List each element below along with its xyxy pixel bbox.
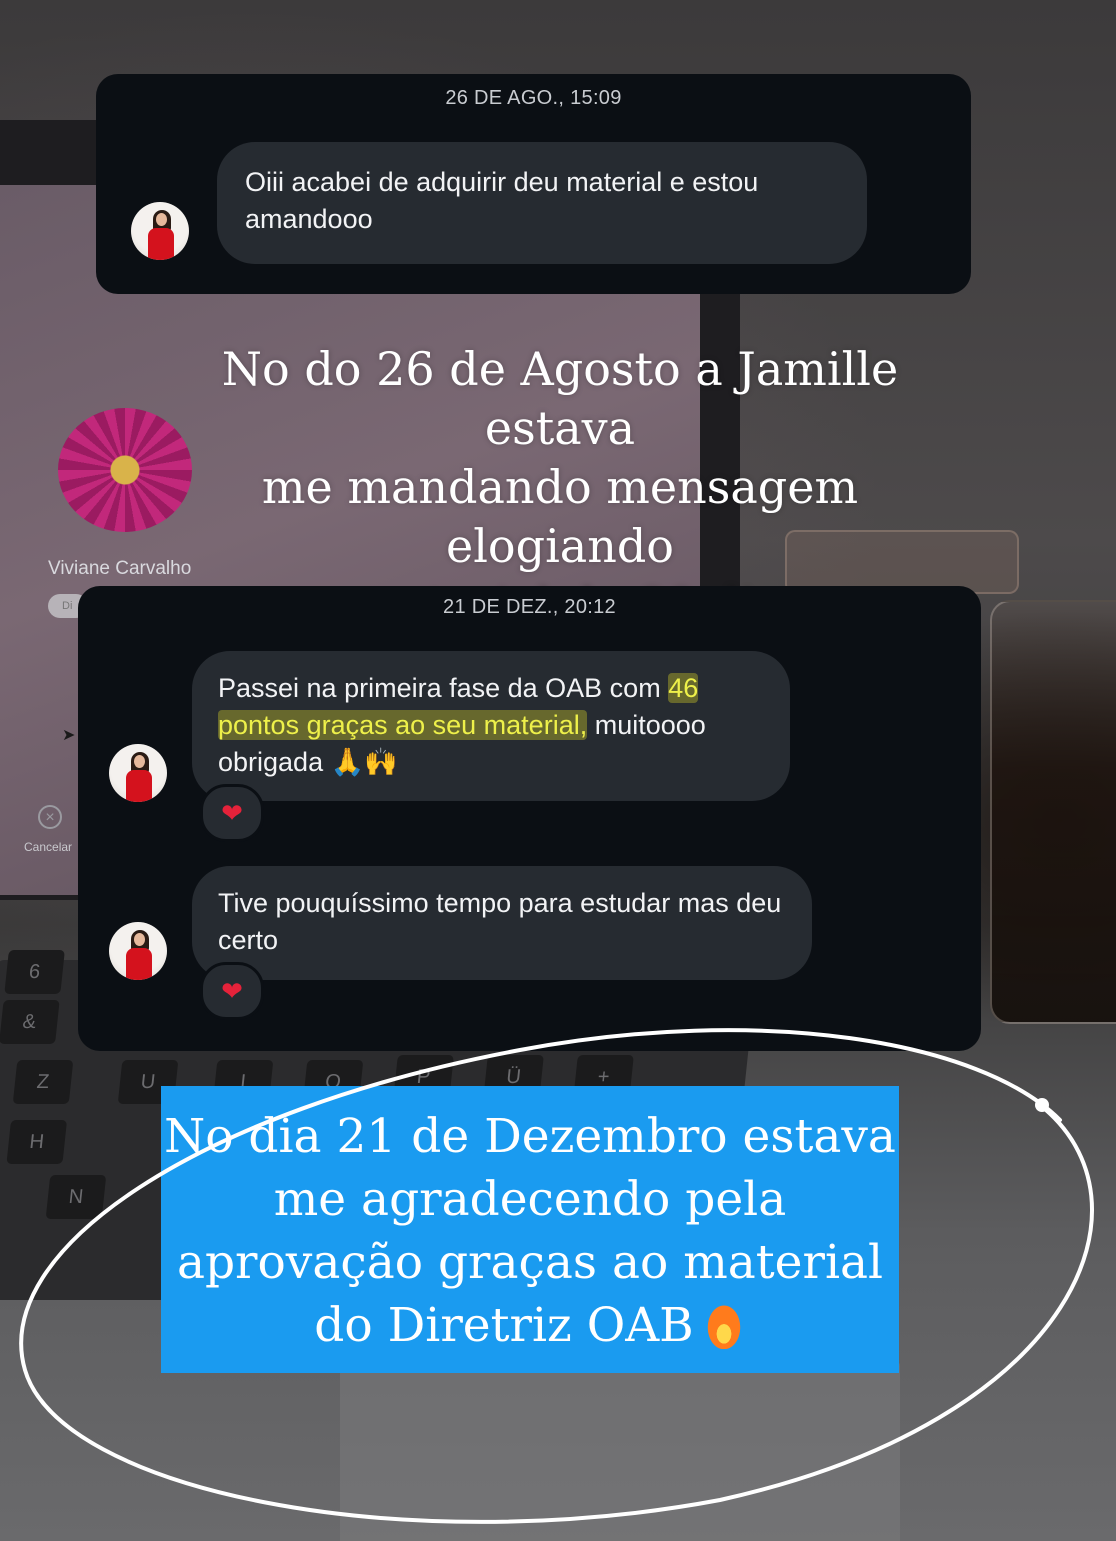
story-background: Viviane Carvalho Di ➤ × Cancelar Z H N U… (0, 0, 1116, 1541)
drawn-ellipse (19, 1028, 1095, 1524)
